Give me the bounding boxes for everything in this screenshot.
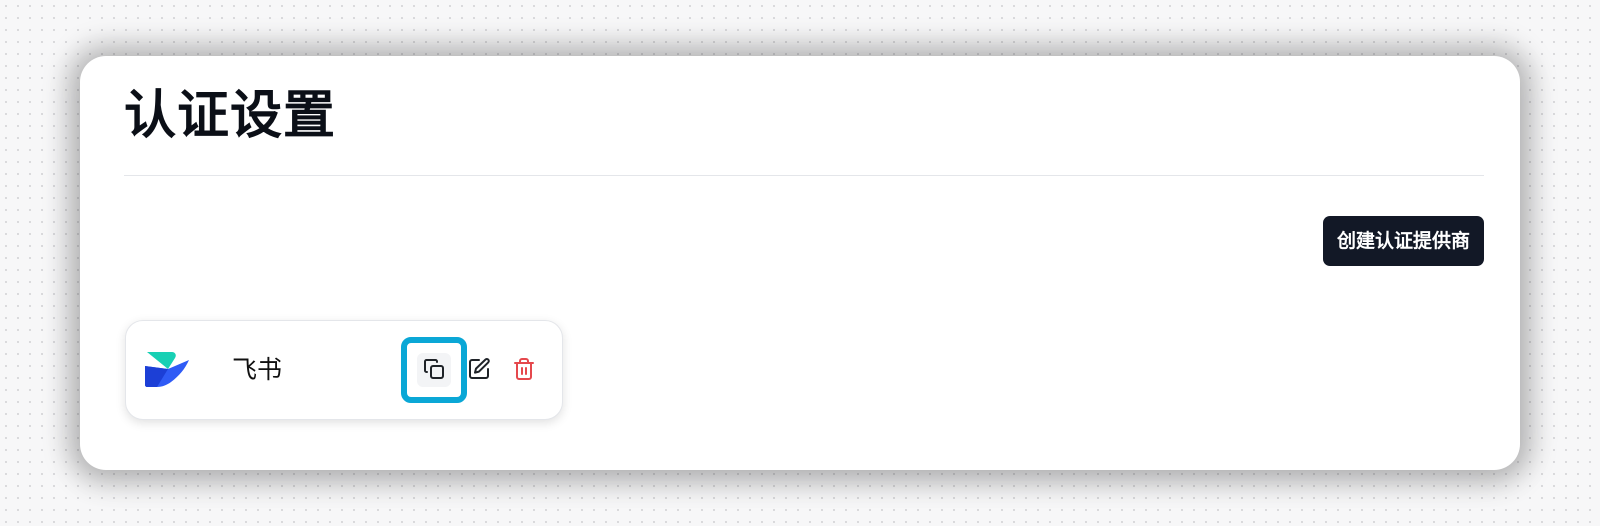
feishu-logo-icon: [145, 352, 189, 388]
page-title: 认证设置: [124, 86, 337, 146]
copy-icon: [422, 357, 446, 384]
edit-icon: [467, 357, 491, 384]
auth-settings-card: 认证设置 创建认证提供商 飞书: [80, 56, 1520, 470]
provider-card-feishu: 飞书: [125, 320, 563, 420]
trash-icon: [512, 357, 536, 384]
create-auth-provider-button[interactable]: 创建认证提供商: [1322, 216, 1484, 266]
delete-provider-button[interactable]: [507, 353, 541, 387]
copy-provider-button[interactable]: [417, 353, 451, 387]
edit-provider-button[interactable]: [462, 353, 496, 387]
provider-name: 飞书: [232, 355, 283, 384]
title-divider: [124, 175, 1484, 176]
